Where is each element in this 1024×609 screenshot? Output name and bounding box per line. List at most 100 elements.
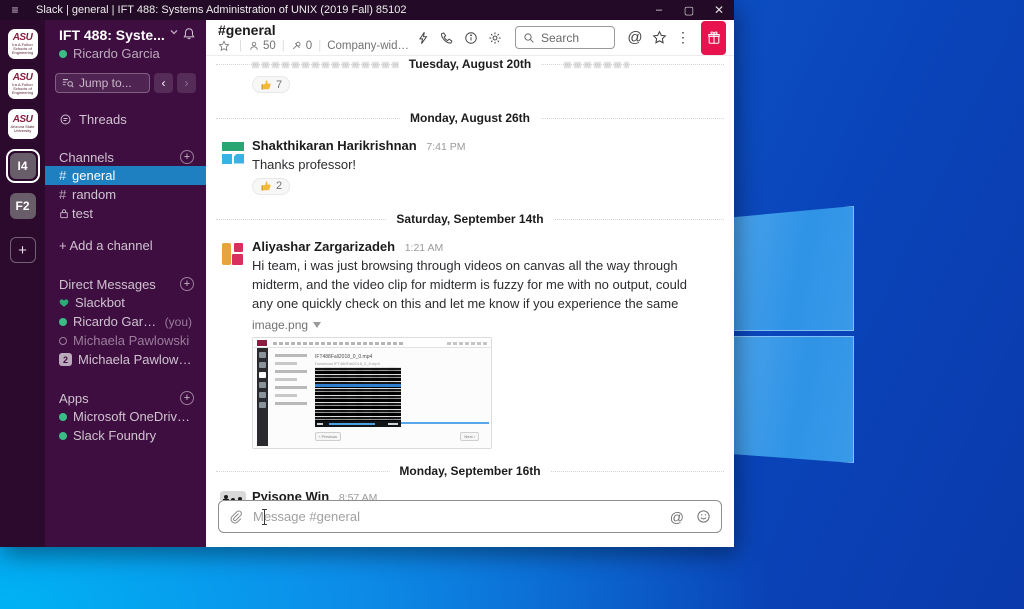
you-suffix: (you) <box>165 315 192 329</box>
notifications-bell-icon[interactable] <box>182 27 196 41</box>
add-workspace-button[interactable]: + <box>10 237 36 263</box>
message-text: Hi team, i was just browsing through vid… <box>252 256 734 313</box>
channels-header[interactable]: Channels + <box>45 148 206 166</box>
asu-logo-small <box>257 340 267 346</box>
apps-header[interactable]: Apps + <box>45 389 206 407</box>
meta-separator: | <box>239 39 242 53</box>
slackbot-heart-icon <box>59 298 69 308</box>
video-control-bar <box>315 421 401 427</box>
window-titlebar: ≡ Slack | general | IFT 488: Systems Adm… <box>0 0 734 20</box>
attach-paperclip-icon[interactable] <box>219 510 253 524</box>
emoji-smiley-icon[interactable] <box>696 509 711 524</box>
search-placeholder: Search <box>541 31 579 45</box>
hamburger-menu-icon[interactable]: ≡ <box>0 3 30 17</box>
attachment-image-preview[interactable]: IFT488Fall2018_0_0.mp4 Download IFT488Fa… <box>252 337 492 449</box>
maximize-button[interactable]: ▢ <box>674 0 704 20</box>
chevron-down-icon[interactable] <box>169 27 179 37</box>
add-dm-plus-icon[interactable]: + <box>180 277 194 291</box>
jump-to-search[interactable]: Jump to... <box>55 73 150 93</box>
current-user-name: Ricardo Garcia <box>73 46 160 61</box>
message-author[interactable]: Shakthikaran Harikrishnan <box>252 138 417 153</box>
date-divider: Monday, September 16th <box>206 463 734 479</box>
message-timestamp[interactable]: 1:21 AM <box>405 242 444 254</box>
app-item-onedrive[interactable]: Microsoft OneDrive (Beta) <box>45 407 206 426</box>
message-input[interactable] <box>253 509 670 524</box>
composer-mention-icon[interactable]: @ <box>670 509 684 525</box>
workspace-icon-asu-1[interactable]: ASU Ira A.Fulton Schools of Engineering <box>8 29 38 59</box>
workspace-icon-i4[interactable]: I4 <box>10 153 36 179</box>
workspace-icon-f2[interactable]: F2 <box>10 193 36 219</box>
channel-topic[interactable]: Company-wide announcemen... <box>327 39 411 53</box>
message-list[interactable]: Tuesday, August 20th 7 Monday, August 26… <box>206 56 734 500</box>
message-timestamp[interactable]: 7:41 PM <box>426 141 465 153</box>
starred-items-icon[interactable] <box>647 26 671 50</box>
sidebar-item-general[interactable]: # general <box>45 166 206 185</box>
meta-separator: | <box>282 39 285 53</box>
pin-icon <box>291 40 303 52</box>
dm-item-michaela[interactable]: Michaela Pawlowski <box>45 331 206 350</box>
info-icon[interactable] <box>459 26 483 50</box>
date-divider-label[interactable]: Saturday, September 14th <box>386 211 553 227</box>
preview-url-text <box>273 342 403 345</box>
message-timestamp[interactable]: 8:57 AM <box>339 492 378 500</box>
person-icon <box>248 40 260 52</box>
preview-video-player <box>315 367 401 427</box>
preview-video-title: IFT488Fall2018_0_0.mp4 <box>315 354 372 360</box>
settings-gear-icon[interactable] <box>483 26 507 50</box>
date-divider-label[interactable]: Tuesday, August 20th <box>399 56 541 72</box>
star-channel-button[interactable] <box>218 40 233 52</box>
date-divider-label[interactable]: Monday, September 16th <box>389 463 550 479</box>
sidebar-item-test[interactable]: test <box>45 204 206 223</box>
workspace-rail: ASU Ira A.Fulton Schools of Engineering … <box>0 20 45 547</box>
reaction-thumbs-up[interactable]: 2 <box>252 178 290 195</box>
windows-logo-pane-top <box>733 206 854 331</box>
history-forward-button[interactable]: › <box>177 73 196 93</box>
minimize-button[interactable]: – <box>644 0 674 20</box>
attachment-filename[interactable]: image.png <box>252 318 734 332</box>
windows-logo-pane-bottom <box>733 336 854 463</box>
active-workspace-ring: I4 <box>6 149 40 183</box>
date-divider-label[interactable]: Monday, August 26th <box>400 110 540 126</box>
workspace-icon-asu-3[interactable]: ASU Arizona State University <box>8 109 38 139</box>
message-author[interactable]: Aliyashar Zargarizadeh <box>252 239 395 254</box>
dm-item-slackbot[interactable]: Slackbot <box>45 293 206 312</box>
avatar[interactable] <box>220 241 246 267</box>
direct-messages-header[interactable]: Direct Messages + <box>45 275 206 293</box>
pinned-count[interactable]: 0 <box>291 39 312 53</box>
call-phone-icon[interactable] <box>435 26 459 50</box>
app-item-slack-foundry[interactable]: Slack Foundry <box>45 426 206 445</box>
hash-icon: # <box>59 187 72 202</box>
preview-download-link: Download IFT488Fall2018_0_0.mp4 <box>315 361 380 366</box>
gift-button[interactable] <box>701 21 726 55</box>
search-input[interactable]: Search <box>515 26 615 49</box>
workspace-name[interactable]: IFT 488: Syste... <box>59 27 165 43</box>
workspace-icon-asu-2[interactable]: ASU Ira A.Fulton Schools of Engineering <box>8 69 38 99</box>
mentions-at-icon[interactable]: @ <box>623 26 647 50</box>
preview-browser-topbar <box>253 338 491 348</box>
dm-item-ricardo[interactable]: Ricardo Garcia (you) <box>45 312 206 331</box>
channel-pane: #general | 50 | <box>206 20 734 547</box>
current-user[interactable]: Ricardo Garcia <box>45 43 206 61</box>
asu-caption: Arizona State University <box>9 125 37 133</box>
reaction-row: 7 <box>252 76 734 94</box>
avatar[interactable] <box>220 140 246 166</box>
meta-separator: | <box>318 39 321 53</box>
history-back-button[interactable]: ‹ <box>154 73 173 93</box>
add-channel-plus-icon[interactable]: + <box>180 150 194 164</box>
channel-title[interactable]: #general <box>218 23 411 38</box>
add-app-plus-icon[interactable]: + <box>180 391 194 405</box>
threads-item[interactable]: Threads <box>45 110 206 128</box>
search-icon <box>523 32 535 44</box>
reaction-thumbs-up[interactable]: 7 <box>252 76 290 93</box>
more-options-icon[interactable]: ⋮ <box>671 26 695 50</box>
member-count[interactable]: 50 <box>248 39 276 53</box>
sidebar-item-random[interactable]: # random <box>45 185 206 204</box>
canvas-course-menu <box>275 354 307 410</box>
message-author[interactable]: Pyisone Win <box>252 489 329 500</box>
message-composer[interactable]: @ <box>218 500 722 533</box>
close-button[interactable]: ✕ <box>704 0 734 20</box>
shortcuts-bolt-icon[interactable] <box>411 26 435 50</box>
avatar[interactable] <box>220 491 246 500</box>
add-a-channel-button[interactable]: + Add a channel <box>45 236 206 255</box>
dm-item-group[interactable]: 2 Michaela Pawlowski, Ma... <box>45 350 206 369</box>
